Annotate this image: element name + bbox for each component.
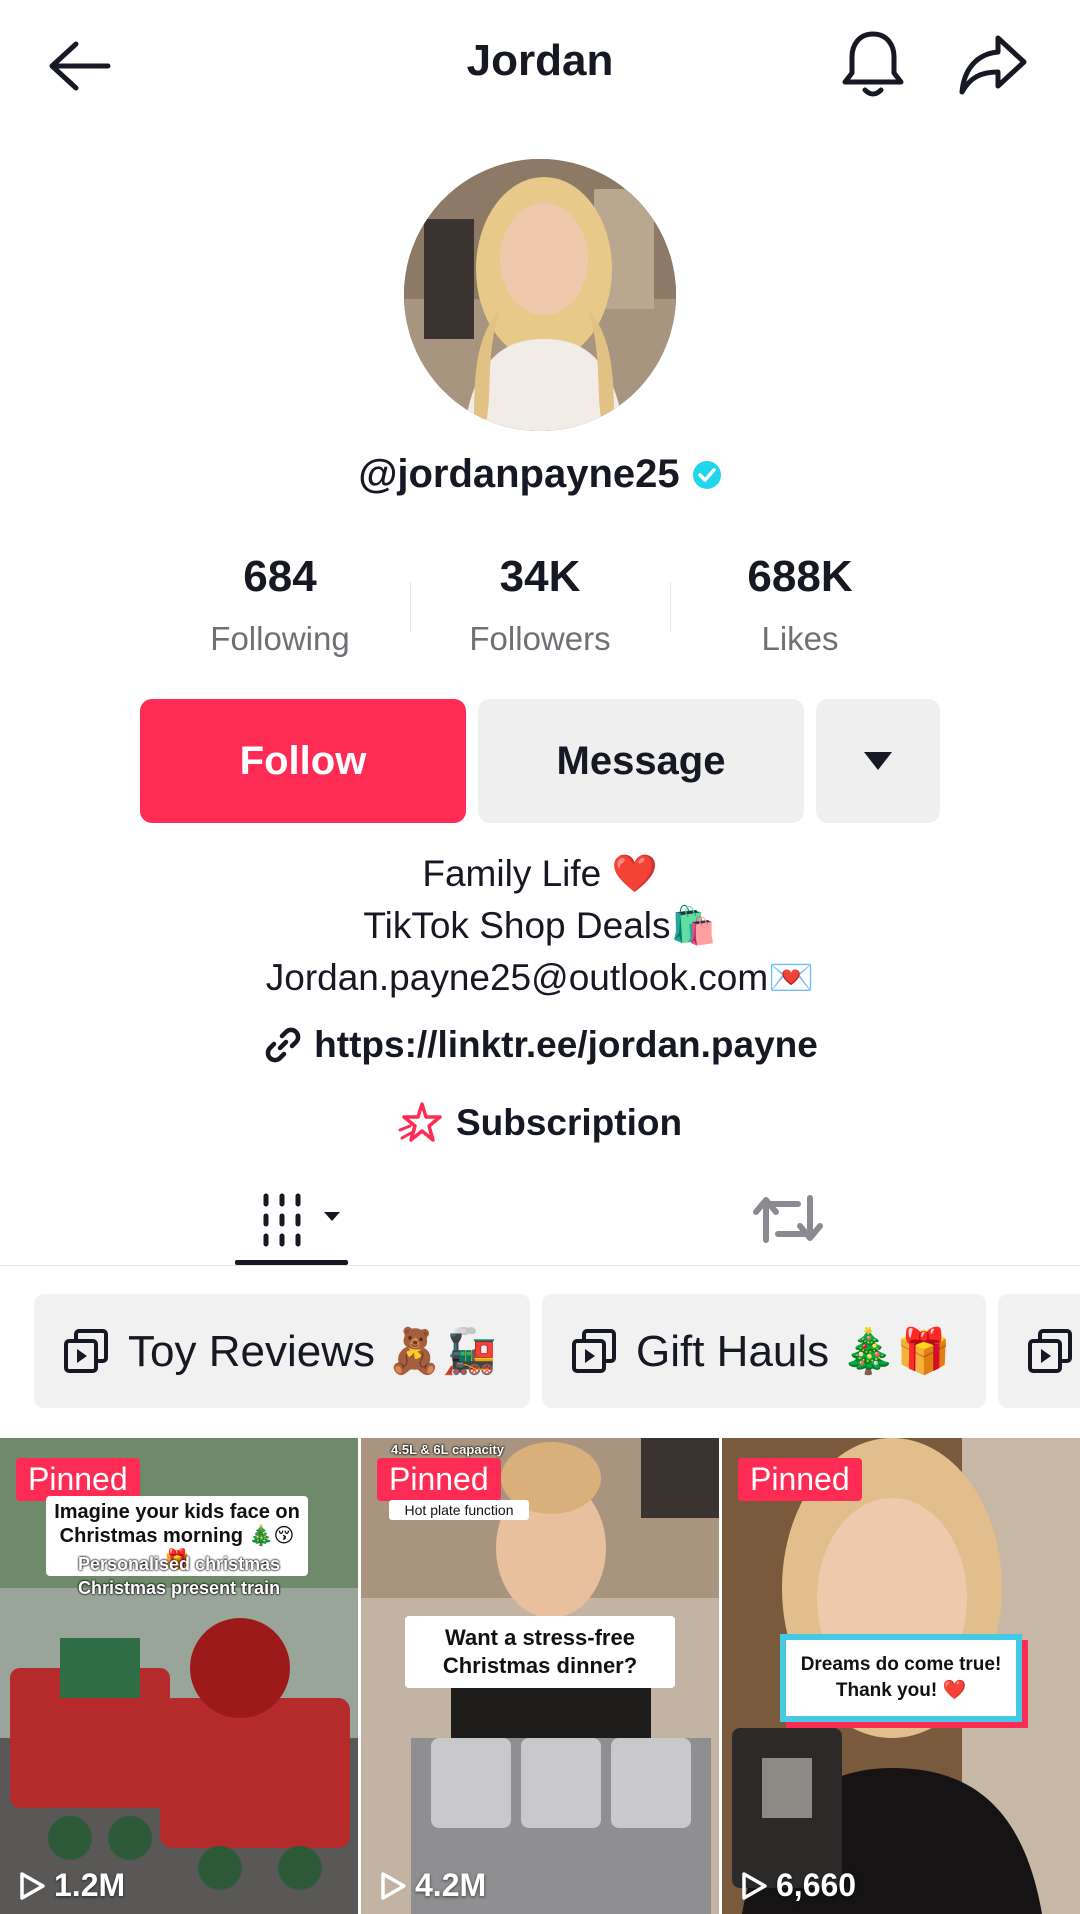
bio-link[interactable]: https://linktr.ee/jordan.payne [0, 1024, 1080, 1066]
video-tile[interactable]: Pinned Dreams do come true! Thank you! ❤… [722, 1438, 1080, 1914]
pinned-badge: Pinned [738, 1458, 862, 1501]
playlists-row: Toy Reviews 🧸🚂 Gift Hauls 🎄🎁 [0, 1294, 1080, 1408]
profile-stats: 684 Following 34K Followers 688K Likes [0, 552, 1080, 672]
link-icon [262, 1024, 304, 1066]
playlist-chip[interactable]: Gift Hauls 🎄🎁 [542, 1294, 986, 1408]
stat-label: Followers [469, 620, 611, 657]
stat-followers[interactable]: 34K Followers [420, 552, 660, 658]
stat-divider [410, 582, 411, 632]
stat-value: 684 [243, 552, 317, 601]
playlist-label: Gift Hauls 🎄🎁 [636, 1327, 951, 1376]
tab-videos[interactable] [240, 1182, 360, 1262]
view-count-value: 1.2M [54, 1867, 126, 1903]
follow-button[interactable]: Follow [140, 699, 466, 823]
caret-down-icon [864, 752, 892, 770]
video-tile[interactable]: Pinned Imagine your kids face on Christm… [0, 1438, 358, 1914]
view-count: 4.2M [379, 1867, 486, 1904]
page-title: Jordan [466, 36, 614, 85]
subscription-star-icon [398, 1100, 444, 1146]
share-icon[interactable] [956, 30, 1030, 100]
stat-likes[interactable]: 688K Likes [680, 552, 920, 658]
top-bar: Jordan [0, 0, 1080, 130]
stat-label: Following [210, 620, 350, 657]
pinned-badge: Pinned [16, 1458, 140, 1501]
avatar[interactable] [404, 159, 676, 431]
video-caption: Dreams do come true! Thank you! ❤️ [780, 1634, 1022, 1722]
handle-row: @jordanpayne25 [0, 452, 1080, 497]
stat-divider [670, 582, 671, 632]
tab-reposts[interactable] [750, 1184, 826, 1254]
playlist-icon [1026, 1327, 1074, 1375]
play-icon [381, 1871, 406, 1900]
play-icon [742, 1871, 767, 1900]
view-count-value: 6,660 [776, 1867, 857, 1903]
verified-badge-icon [692, 460, 722, 490]
video-overlay-text: 4.5L & 6L capacity [391, 1442, 504, 1457]
view-count: 1.2M [18, 1867, 125, 1904]
view-count-value: 4.2M [415, 1867, 487, 1903]
video-small-caption: Hot plate function [389, 1500, 529, 1520]
grid-icon [263, 1193, 340, 1247]
link-text[interactable]: https://linktr.ee/jordan.payne [314, 1024, 818, 1066]
content-tabs [0, 1170, 1080, 1266]
bio-line: Family Life ❤️ [422, 853, 658, 894]
bio-line: TikTok Shop Deals🛍️ [363, 905, 717, 946]
video-caption: Want a stress-free Christmas dinner? [405, 1616, 675, 1688]
playlist-chip[interactable] [998, 1294, 1080, 1408]
stat-label: Likes [761, 620, 839, 657]
subscription-label: Subscription [455, 1102, 683, 1143]
playlist-icon [570, 1327, 618, 1375]
playlist-chip[interactable]: Toy Reviews 🧸🚂 [34, 1294, 530, 1408]
playlist-label: Toy Reviews 🧸🚂 [128, 1327, 497, 1376]
play-icon [20, 1871, 45, 1900]
message-button[interactable]: Message [478, 699, 804, 823]
video-overlay-text: Christmas present train [78, 1578, 281, 1598]
bell-icon[interactable] [838, 28, 908, 100]
bio: Family Life ❤️ TikTok Shop Deals🛍️ Jorda… [0, 848, 1080, 1004]
playlist-icon [62, 1327, 110, 1375]
pinned-badge: Pinned [377, 1458, 501, 1501]
bio-line: Jordan.payne25@outlook.com💌 [265, 957, 815, 998]
repost-icon [753, 1195, 823, 1243]
video-grid: Pinned Imagine your kids face on Christm… [0, 1438, 1080, 1914]
stat-value: 34K [499, 552, 581, 601]
view-count: 6,660 [740, 1867, 856, 1904]
username-handle: @jordanpayne25 [358, 452, 680, 496]
stat-value: 688K [747, 552, 853, 601]
video-overlay-text: Personalised christmas [78, 1554, 281, 1574]
video-tile[interactable]: 4.5L & 6L capacity Pinned Hot plate func… [361, 1438, 719, 1914]
active-tab-indicator [235, 1260, 348, 1265]
suggested-accounts-button[interactable] [816, 699, 940, 823]
subscription-row[interactable]: Subscription [0, 1100, 1080, 1146]
stat-following[interactable]: 684 Following [160, 552, 400, 658]
